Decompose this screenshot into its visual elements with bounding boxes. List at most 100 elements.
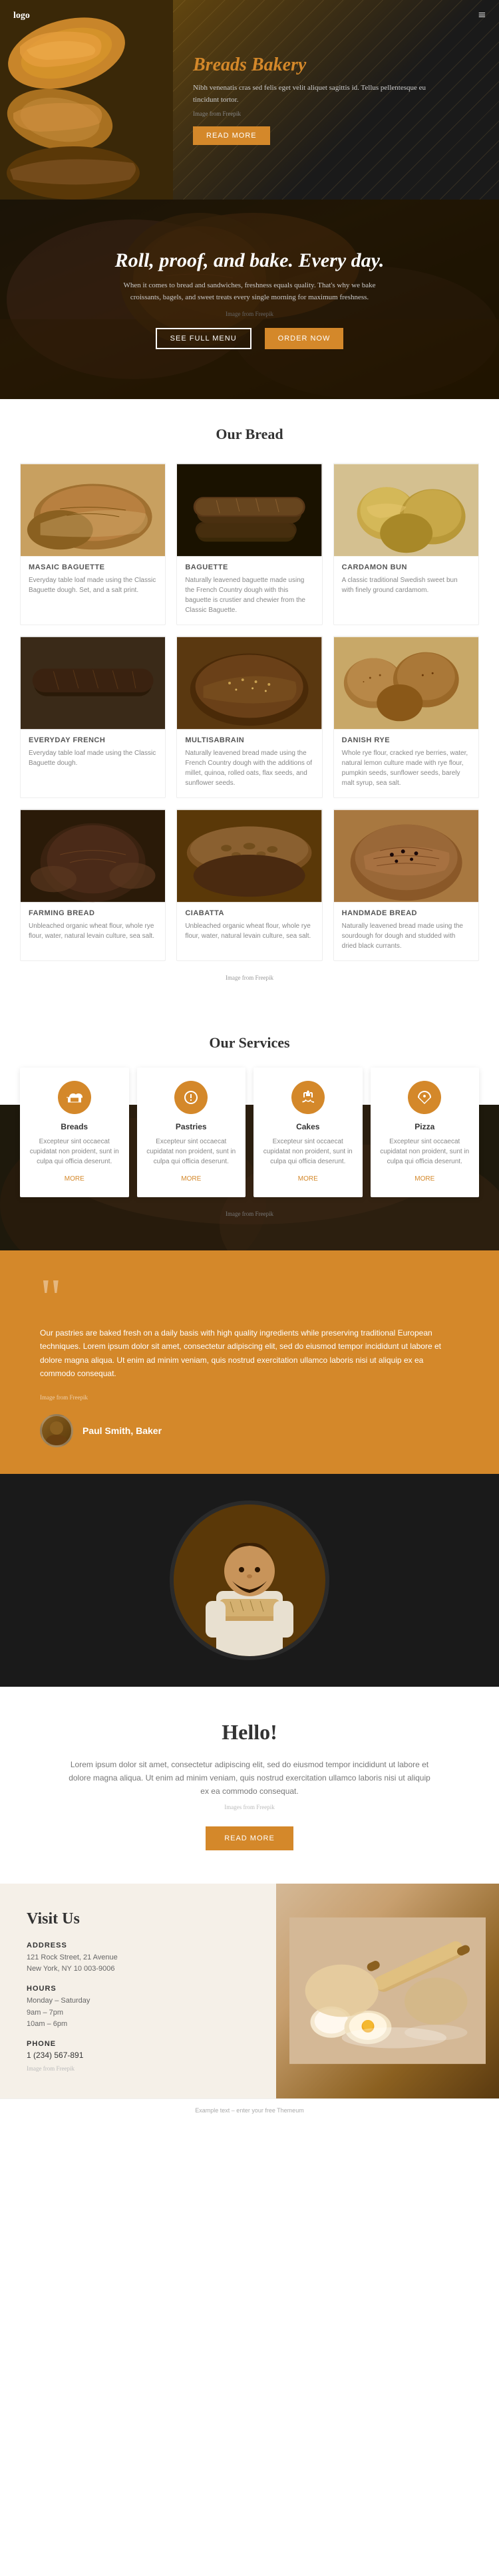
bread-grid: Masaic Baguette Everyday table loaf made…: [20, 463, 479, 961]
address-text: 121 Rock Street, 21 AvenueNew York, NY 1…: [27, 1952, 250, 1975]
bread-card-cardamon: Cardamon Bun A classic traditional Swedi…: [333, 463, 479, 625]
cardamon-bun-desc: A classic traditional Swedish sweet bun …: [342, 575, 470, 595]
hero-image-credit: Image from Freepik: [193, 110, 446, 117]
baguette-desc: Naturally leavened baguette made using t…: [185, 575, 313, 615]
bread-card-baguette: Baguette Naturally leavened baguette mad…: [176, 463, 322, 625]
promo-section: Roll, proof, and bake. Every day. When i…: [0, 200, 499, 399]
visit-image-credit: Image from Freepik: [27, 2065, 250, 2072]
multisabrain-title: Multisabrain: [185, 736, 313, 744]
hero-read-more-button[interactable]: READ MORE: [193, 126, 270, 145]
testimonial-image-credit: Image from Freepik: [40, 1394, 459, 1401]
visit-title: Visit Us: [27, 1910, 250, 1928]
phone-label: PHONE: [27, 2040, 250, 2048]
multisabrain-desc: Naturally leavened bread made using the …: [185, 748, 313, 788]
breads-icon: [58, 1081, 91, 1114]
order-now-button[interactable]: ORDER NOW: [265, 328, 344, 349]
bread-card-multisabrain: Multisabrain Naturally leavened bread ma…: [176, 636, 322, 798]
testimonial-section: " Our pastries are baked fresh on a dail…: [0, 1250, 499, 1474]
visit-section: Visit Us ADDRESS 121 Rock Street, 21 Ave…: [0, 1884, 499, 2098]
our-bread-title: Our Bread: [20, 426, 479, 443]
address-label: ADDRESS: [27, 1941, 250, 1949]
cardamon-bun-image: [334, 464, 478, 557]
farming-bread-image: [21, 809, 165, 903]
testimonial-quote: Our pastries are baked fresh on a daily …: [40, 1326, 459, 1381]
services-image-credit: Image from Freepik: [20, 1211, 479, 1224]
author-name: Paul Smith, Baker: [83, 1425, 162, 1436]
testimonial-author: Paul Smith, Baker: [40, 1414, 459, 1447]
service-pizza-title: Pizza: [379, 1122, 472, 1131]
multisabrain-image: [177, 637, 321, 730]
baker-photo: [170, 1501, 329, 1660]
pastries-icon: [174, 1081, 208, 1114]
service-breads-desc: Excepteur sint occaecat cupidatat non pr…: [28, 1137, 121, 1167]
service-pastries-more[interactable]: MORE: [181, 1175, 201, 1183]
service-pizza-desc: Excepteur sint occaecat cupidatat non pr…: [379, 1137, 472, 1167]
danish-rye-title: Danish Rye: [342, 736, 470, 744]
our-bread-section: Our Bread Masaic: [0, 399, 499, 1008]
service-breads-more[interactable]: MORE: [65, 1175, 84, 1183]
service-card-breads: Breads Excepteur sint occaecat cupidatat…: [20, 1068, 129, 1197]
hours-text: Monday – Saturday9am – 7pm10am – 6pm: [27, 1995, 250, 2031]
hero-content: Breads Bakery Nibh venenatis cras sed fe…: [180, 41, 459, 158]
service-pastries-desc: Excepteur sint occaecat cupidatat non pr…: [145, 1137, 238, 1167]
see-full-menu-button[interactable]: SEE FULL MENU: [156, 328, 251, 349]
hello-text: Lorem ipsum dolor sit amet, consectetur …: [67, 1758, 432, 1798]
bread-card-handmade: Handmade Bread Naturally leavened bread …: [333, 809, 479, 961]
masaic-baguette-image: [21, 464, 165, 557]
menu-icon[interactable]: ≡: [478, 8, 486, 23]
quote-mark: ": [40, 1277, 459, 1320]
services-title: Our Services: [20, 1034, 479, 1052]
ciabatta-image: [177, 809, 321, 903]
service-pastries-title: Pastries: [145, 1122, 238, 1131]
service-card-pastries: Pastries Excepteur sint occaecat cupidat…: [137, 1068, 246, 1197]
handmade-bread-title: Handmade Bread: [342, 909, 470, 917]
author-avatar: [40, 1414, 73, 1447]
service-card-pizza: Pizza Excepteur sint occaecat cupidatat …: [371, 1068, 480, 1197]
service-breads-title: Breads: [28, 1122, 121, 1131]
hello-image-credit: Images from Freepik: [67, 1804, 432, 1810]
service-cakes-more[interactable]: MORE: [298, 1175, 318, 1183]
visit-image: [276, 1884, 499, 2098]
visit-bg-image: [289, 1898, 486, 2084]
service-cakes-desc: Excepteur sint occaecat cupidatat non pr…: [261, 1137, 355, 1167]
cardamon-bun-title: Cardamon Bun: [342, 563, 470, 571]
hero-text: Nibh venenatis cras sed felis eget velit…: [193, 82, 446, 106]
danish-rye-desc: Whole rye flour, cracked rye berries, wa…: [342, 748, 470, 788]
bread-card-danish-rye: Danish Rye Whole rye flour, cracked rye …: [333, 636, 479, 798]
bread-card-masaic: Masaic Baguette Everyday table loaf made…: [20, 463, 166, 625]
service-card-cakes: Cakes Excepteur sint occaecat cupidatat …: [253, 1068, 363, 1197]
hero-title: Breads Bakery: [193, 55, 446, 76]
footer: Example text – enter your free Themeum: [0, 2098, 499, 2122]
hello-read-more-button[interactable]: READ MORE: [206, 1826, 293, 1850]
hours-label: HOURS: [27, 1985, 250, 1993]
farming-bread-title: Farming Bread: [29, 909, 157, 917]
services-section: Our Services Breads Excepteur sint occae…: [0, 1008, 499, 1250]
bread-image-credit: Image from Freepik: [20, 974, 479, 981]
logo: logo: [13, 11, 30, 21]
baguette-image: [177, 464, 321, 557]
baker-section: [0, 1474, 499, 1687]
handmade-bread-desc: Naturally leavened bread made using the …: [342, 921, 470, 951]
ciabatta-desc: Unbleached organic wheat flour, whole ry…: [185, 921, 313, 941]
promo-image-credit: Image from Freepik: [115, 311, 385, 317]
farming-bread-desc: Unbleached organic wheat flour, whole ry…: [29, 921, 157, 941]
phone-number: 1 (234) 567-891: [27, 2051, 250, 2060]
baguette-title: Baguette: [185, 563, 313, 571]
visit-info: Visit Us ADDRESS 121 Rock Street, 21 Ave…: [0, 1884, 276, 2098]
promo-title: Roll, proof, and bake. Every day.: [115, 249, 385, 272]
promo-content: Roll, proof, and bake. Every day. When i…: [102, 236, 398, 362]
bread-card-ciabatta: Ciabatta Unbleached organic wheat flour,…: [176, 809, 322, 961]
everyday-french-title: Everyday French: [29, 736, 157, 744]
hello-title: Hello!: [67, 1720, 432, 1745]
masaic-baguette-title: Masaic Baguette: [29, 563, 157, 571]
everyday-french-desc: Everyday table loaf made using the Class…: [29, 748, 157, 768]
danish-rye-image: [334, 637, 478, 730]
pizza-icon: [408, 1081, 441, 1114]
service-pizza-more[interactable]: MORE: [415, 1175, 434, 1183]
ciabatta-title: Ciabatta: [185, 909, 313, 917]
cakes-icon: [291, 1081, 325, 1114]
bread-card-everyday: Everyday French Everyday table loaf made…: [20, 636, 166, 798]
promo-text: When it comes to bread and sandwiches, f…: [123, 280, 376, 303]
services-grid: Breads Excepteur sint occaecat cupidatat…: [20, 1068, 479, 1197]
everyday-french-image: [21, 637, 165, 730]
